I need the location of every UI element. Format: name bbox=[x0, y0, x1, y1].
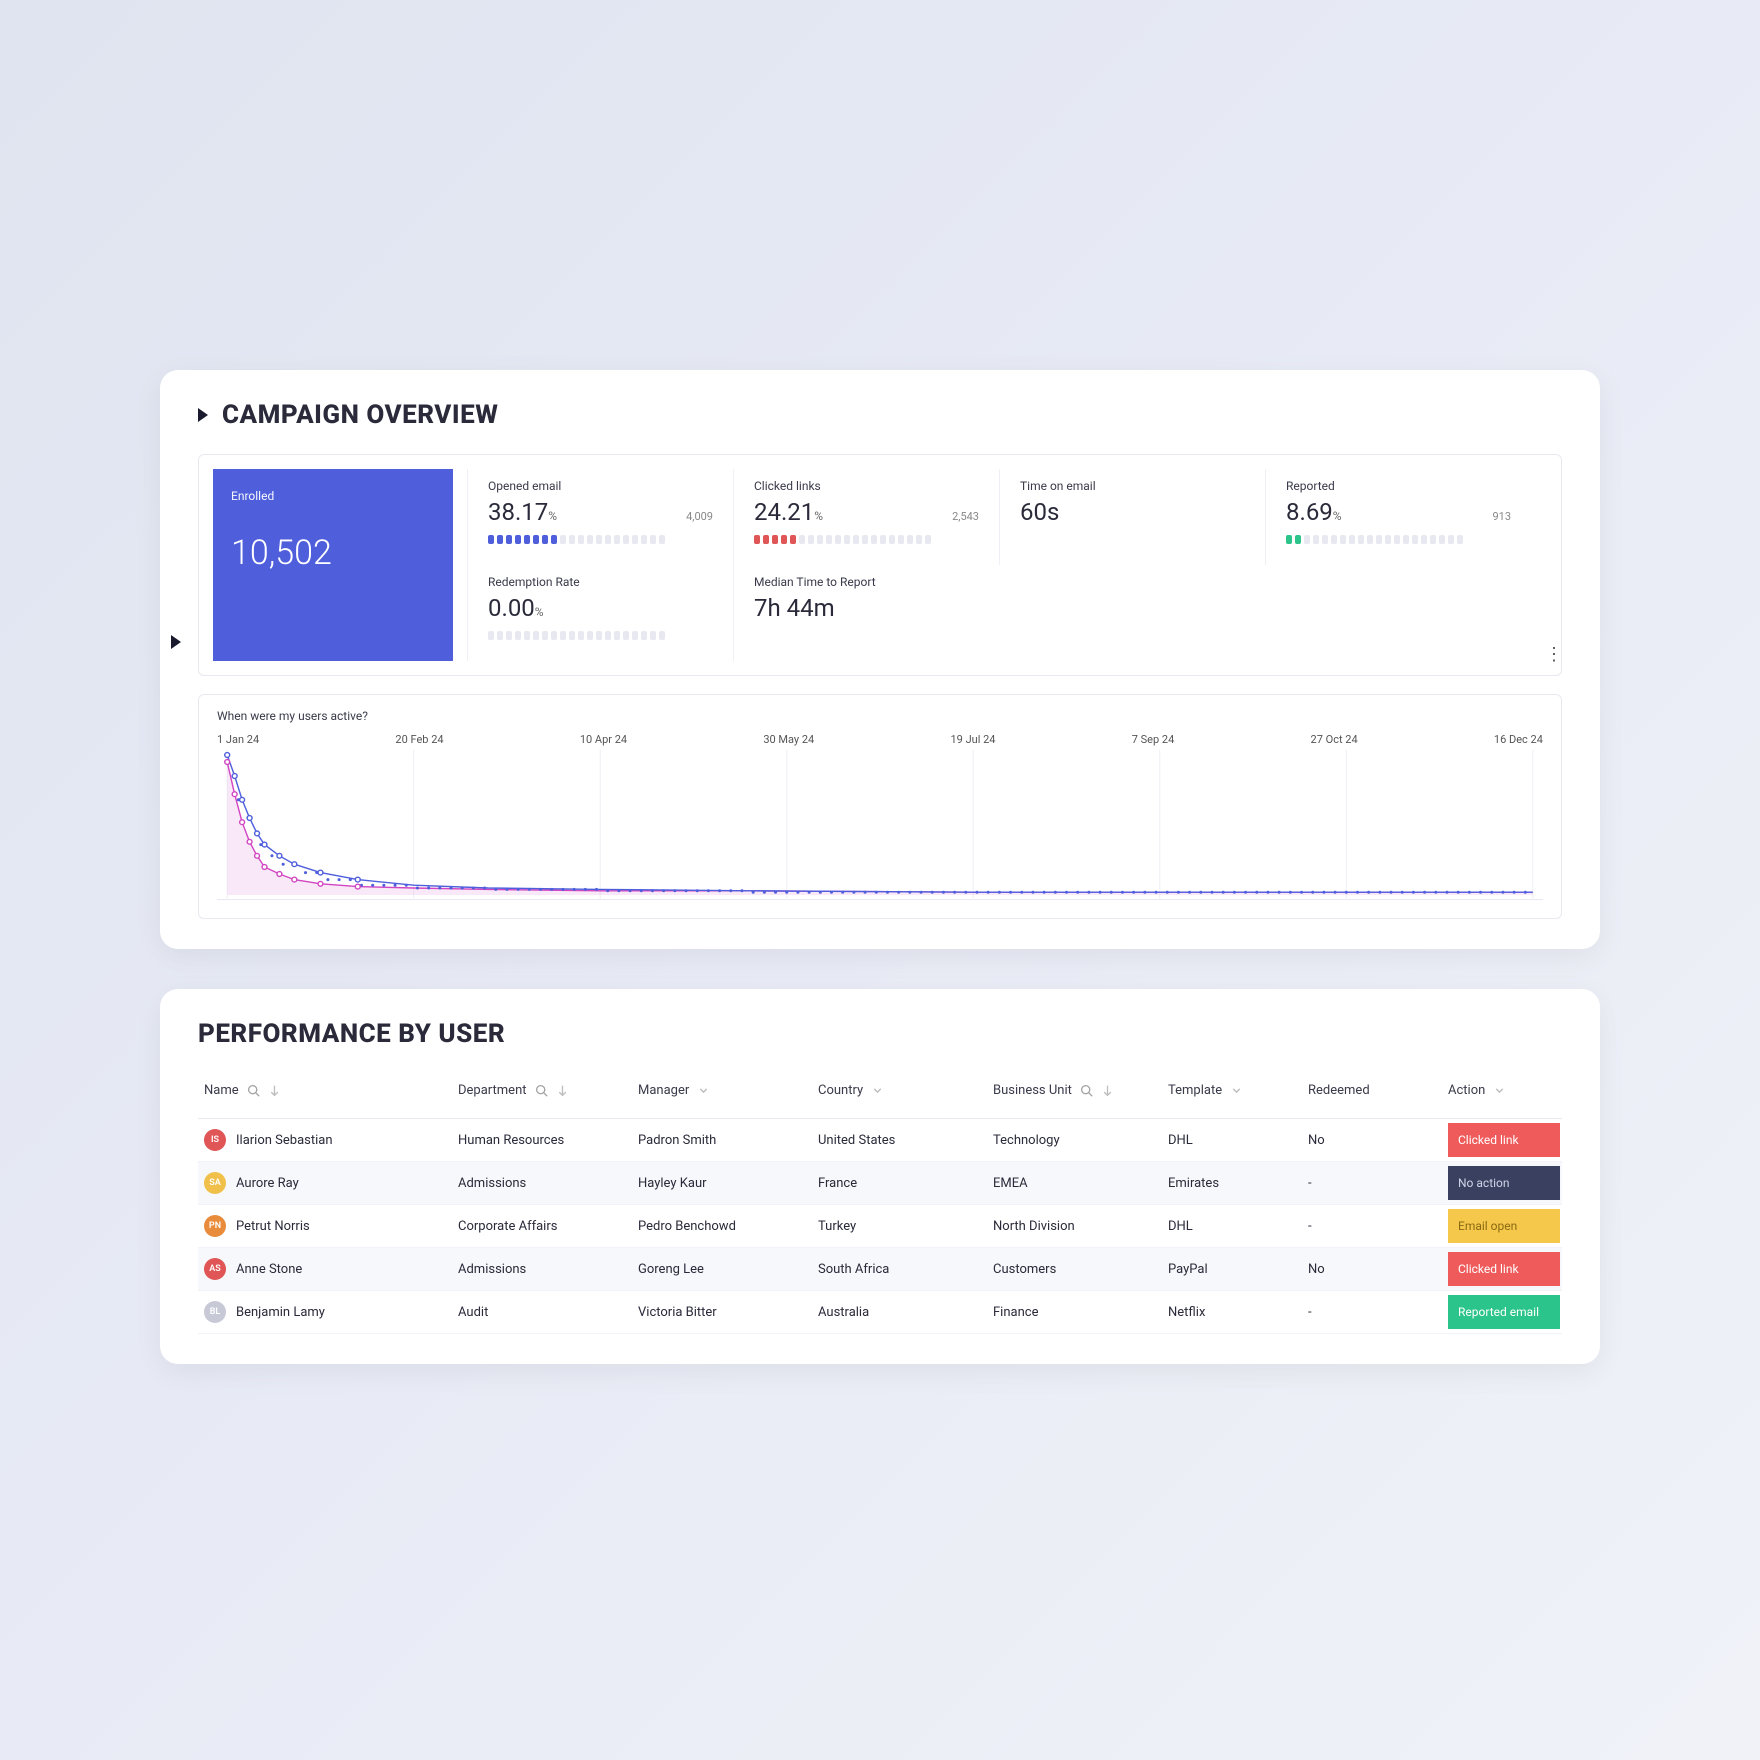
x-tick: 16 Dec 24 bbox=[1494, 733, 1543, 746]
col-c-name[interactable]: Name bbox=[198, 1073, 458, 1108]
action-badge: Clicked link bbox=[1448, 1252, 1560, 1286]
avatar: IS bbox=[204, 1129, 226, 1151]
col-c-mgr[interactable]: Manager bbox=[638, 1083, 818, 1098]
col-c-red[interactable]: Redeemed bbox=[1308, 1083, 1448, 1098]
metric-3: Reported8.69%913 bbox=[1265, 469, 1531, 565]
avatar: BL bbox=[204, 1301, 226, 1323]
side-expand-icon[interactable] bbox=[171, 635, 181, 649]
metric-5: Median Time to Report7h 44m bbox=[733, 565, 999, 661]
chart-svg bbox=[217, 750, 1543, 900]
avatar: PN bbox=[204, 1215, 226, 1237]
chart-title: When were my users active? bbox=[217, 709, 1543, 723]
metric-2: Time on email60s bbox=[999, 469, 1265, 565]
action-badge: No action bbox=[1448, 1166, 1560, 1200]
col-c-act[interactable]: Action bbox=[1448, 1083, 1560, 1098]
col-c-ctry[interactable]: Country bbox=[818, 1083, 993, 1098]
table-title: PERFORMANCE BY USER bbox=[198, 1019, 1562, 1049]
x-tick: 20 Feb 24 bbox=[395, 733, 443, 746]
table-row[interactable]: PNPetrut NorrisCorporate AffairsPedro Be… bbox=[198, 1205, 1562, 1248]
col-c-bu[interactable]: Business Unit bbox=[993, 1083, 1168, 1098]
kebab-menu-icon[interactable]: ⋮ bbox=[1545, 644, 1561, 675]
campaign-overview-card: CAMPAIGN OVERVIEW Enrolled 10,502 Opened… bbox=[160, 370, 1600, 949]
metric-4: Redemption Rate0.00% bbox=[467, 565, 733, 661]
avatar: AS bbox=[204, 1258, 226, 1280]
table-row[interactable]: BLBenjamin LamyAuditVictoria BitterAustr… bbox=[198, 1291, 1562, 1334]
expand-icon[interactable] bbox=[198, 408, 208, 422]
x-tick: 10 Apr 24 bbox=[580, 733, 627, 746]
enrolled-value: 10,502 bbox=[231, 533, 435, 573]
action-badge: Clicked link bbox=[1448, 1123, 1560, 1157]
x-tick: 19 Jul 24 bbox=[950, 733, 995, 746]
x-tick: 27 Oct 24 bbox=[1311, 733, 1358, 746]
stats-panel: Enrolled 10,502 Opened email38.17%4,009C… bbox=[198, 454, 1562, 676]
action-badge: Email open bbox=[1448, 1209, 1560, 1243]
x-tick: 30 May 24 bbox=[763, 733, 814, 746]
metric-0: Opened email38.17%4,009 bbox=[467, 469, 733, 565]
activity-chart: When were my users active? 1 Jan 24 20 Fe… bbox=[198, 694, 1562, 919]
x-tick: 1 Jan 24 bbox=[217, 733, 259, 746]
metric-1: Clicked links24.21%2,543 bbox=[733, 469, 999, 565]
table-row[interactable]: ASAnne StoneAdmissionsGoreng LeeSouth Af… bbox=[198, 1248, 1562, 1291]
col-c-tpl[interactable]: Template bbox=[1168, 1083, 1308, 1098]
performance-card: PERFORMANCE BY USER NameDepartmentManage… bbox=[160, 989, 1600, 1364]
overview-header: CAMPAIGN OVERVIEW bbox=[198, 400, 1562, 430]
avatar: SA bbox=[204, 1172, 226, 1194]
table-row[interactable]: SAAurore RayAdmissionsHayley KaurFranceE… bbox=[198, 1162, 1562, 1205]
table-header: NameDepartmentManagerCountryBusiness Uni… bbox=[198, 1063, 1562, 1119]
table-row[interactable]: ISIlarion SebastianHuman ResourcesPadron… bbox=[198, 1119, 1562, 1162]
enrolled-tile: Enrolled 10,502 bbox=[213, 469, 453, 661]
enrolled-label: Enrolled bbox=[231, 489, 435, 503]
x-tick: 7 Sep 24 bbox=[1132, 733, 1175, 746]
action-badge: Reported email bbox=[1448, 1295, 1560, 1329]
overview-title: CAMPAIGN OVERVIEW bbox=[222, 400, 498, 430]
col-c-dept[interactable]: Department bbox=[458, 1083, 638, 1098]
